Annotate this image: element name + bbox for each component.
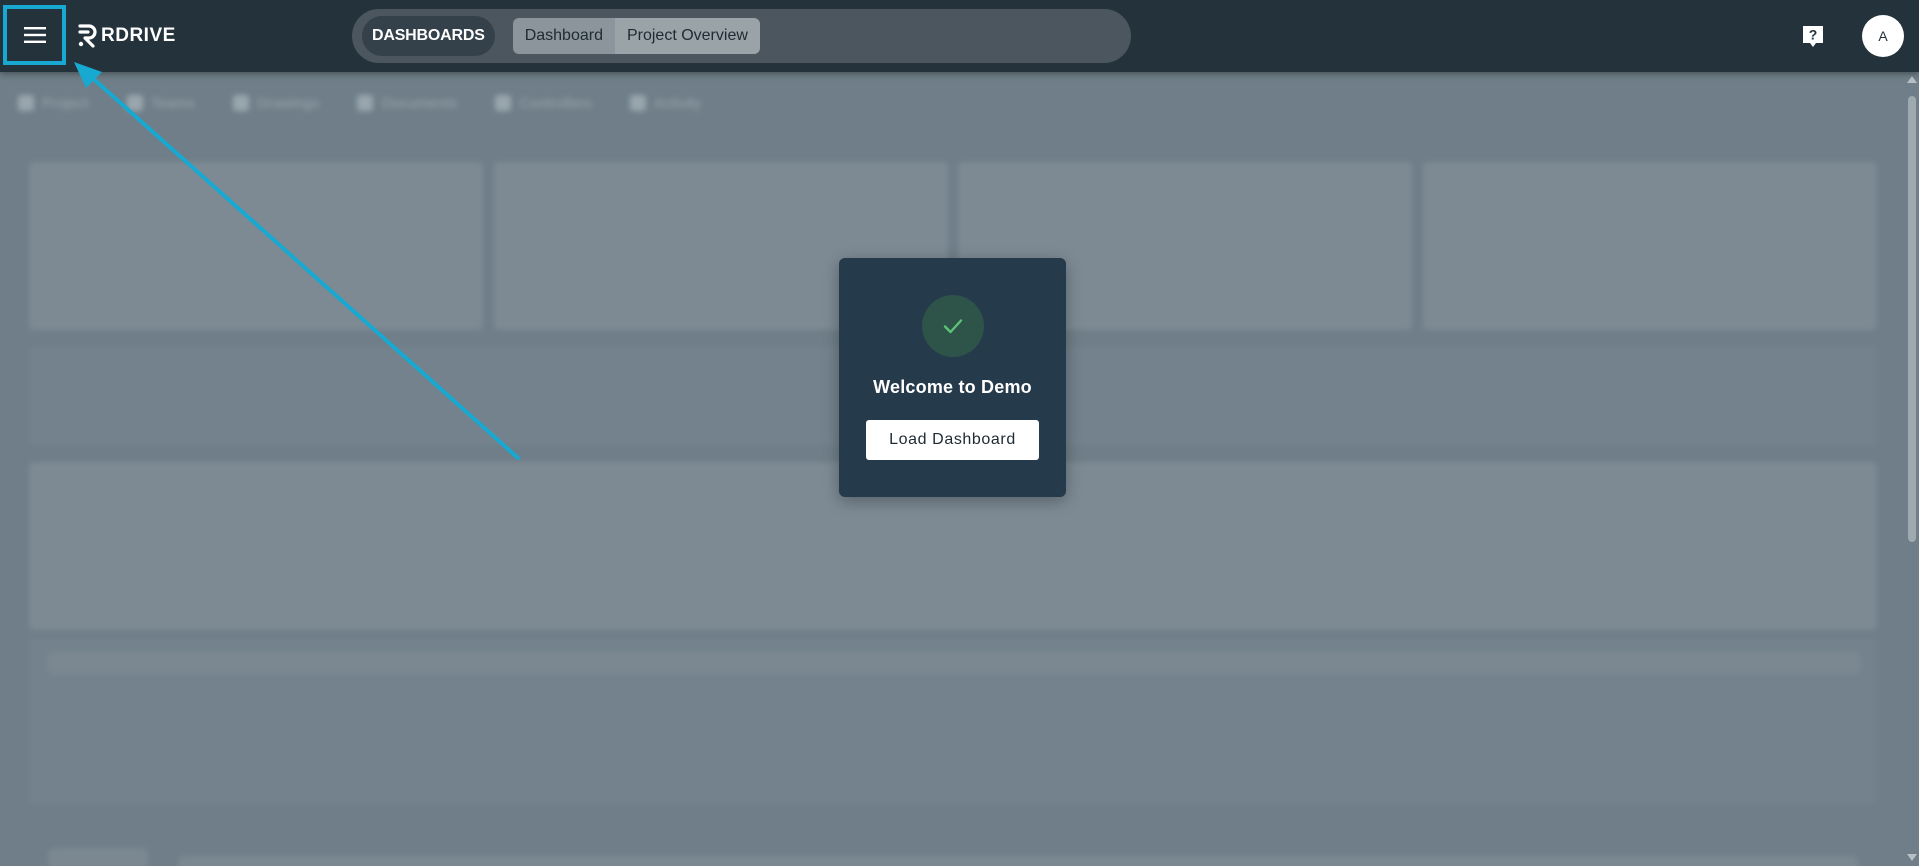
tab-group: Dashboard Project Overview <box>512 18 760 54</box>
tab-dashboard[interactable]: Dashboard <box>512 18 615 54</box>
subnav-item-documents: Documents <box>357 95 457 112</box>
logo-mark-icon <box>78 24 97 48</box>
subnav-label: Activity <box>653 94 702 112</box>
subnav-label: Drawings <box>256 94 320 112</box>
welcome-modal: Welcome to Demo Load Dashboard <box>839 258 1066 497</box>
tab-project-overview[interactable]: Project Overview <box>614 18 760 54</box>
logo[interactable]: RDRIVE <box>77 22 176 50</box>
subnav-item-activity: Activity <box>629 94 702 112</box>
scroll-down-icon[interactable] <box>1907 854 1917 861</box>
scroll-up-icon[interactable] <box>1907 76 1917 83</box>
subnav-label: Teams <box>150 94 195 112</box>
svg-text:?: ? <box>1809 27 1818 43</box>
help-question-icon: ? <box>1803 26 1823 47</box>
documents-icon <box>357 95 374 111</box>
menu-button[interactable] <box>3 5 66 65</box>
subnav-label: Documents <box>381 94 458 112</box>
top-bar: RDRIVE DASHBOARDS Dashboard Project Over… <box>0 0 1919 72</box>
summary-card <box>1423 162 1877 330</box>
subnav-item-controllers: Controllers <box>495 95 592 112</box>
modal-title: Welcome to Demo <box>873 377 1032 397</box>
activity-icon <box>629 95 646 111</box>
subnav-item-drawings: Drawings <box>232 94 320 112</box>
success-badge <box>921 295 984 357</box>
section-label: DASHBOARDS <box>362 16 495 56</box>
subnav-item-project: Project <box>18 95 89 112</box>
drawings-icon <box>232 95 249 111</box>
dashboard-tabs-bar: DASHBOARDS Dashboard Project Overview <box>352 9 1131 63</box>
user-avatar[interactable]: A <box>1862 15 1904 57</box>
subnav-label: Controllers <box>519 94 592 112</box>
teams-icon <box>126 95 143 111</box>
footer-strip <box>48 848 148 866</box>
load-dashboard-button[interactable]: Load Dashboard <box>866 420 1039 460</box>
subnav-label: Project <box>42 94 89 112</box>
controllers-icon <box>495 95 512 111</box>
logo-text: RDRIVE <box>101 25 176 46</box>
vertical-scrollbar[interactable] <box>1905 72 1919 866</box>
check-icon <box>943 319 962 334</box>
sub-navigation: Project Teams Drawings Documents Control… <box>18 88 739 118</box>
subnav-item-teams: Teams <box>126 94 195 112</box>
table-header-strip <box>48 652 1860 674</box>
hamburger-menu-icon <box>23 27 46 43</box>
summary-card <box>29 162 483 330</box>
footer-strip <box>178 856 1858 866</box>
help-button[interactable]: ? <box>1801 24 1825 48</box>
project-icon <box>18 95 34 111</box>
scroll-thumb[interactable] <box>1908 96 1916 542</box>
